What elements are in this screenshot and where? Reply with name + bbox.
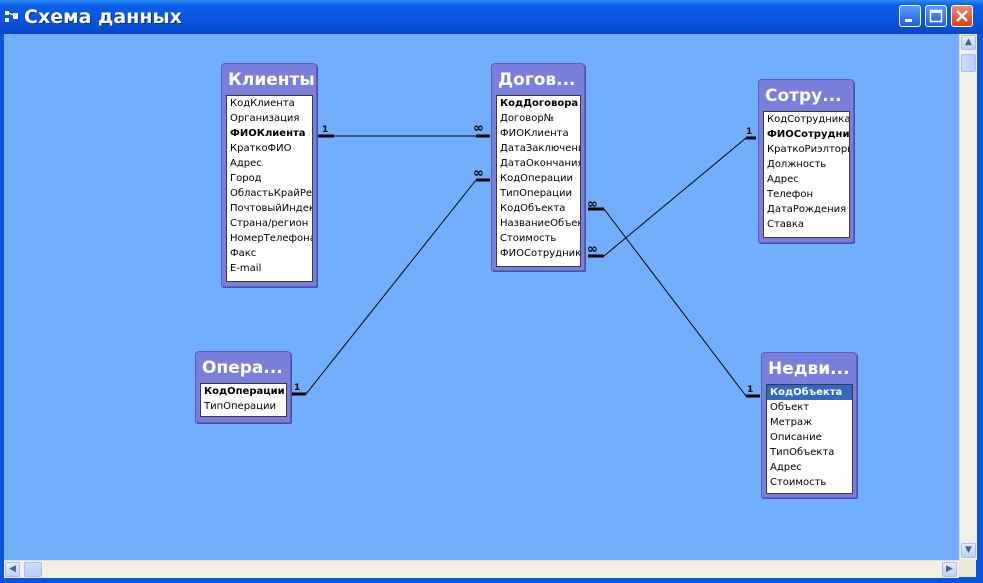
- relationship-realty-contracts: [603, 208, 747, 397]
- relationships-icon: [5, 11, 18, 22]
- field-item[interactable]: Факс: [227, 246, 312, 261]
- field-item[interactable]: Адрес: [764, 172, 849, 187]
- horizontal-scrollbar[interactable]: ◀ ▶: [4, 560, 959, 578]
- field-item[interactable]: КодСотрудника: [764, 112, 849, 127]
- table-title[interactable]: Опера...: [202, 358, 283, 378]
- field-item[interactable]: КодОбъекта: [497, 201, 580, 216]
- title-bar[interactable]: Схема данных: [0, 0, 983, 34]
- table-title[interactable]: Клиенты: [228, 70, 315, 90]
- chevron-left-icon: ◀: [9, 564, 16, 574]
- field-item[interactable]: ФИОКлиента: [227, 126, 312, 141]
- field-item[interactable]: Стоимость: [497, 231, 580, 246]
- field-item[interactable]: ФИОСотрудника: [764, 127, 849, 142]
- field-item[interactable]: КодОперации: [497, 171, 580, 186]
- many-label: ∞: [587, 197, 598, 212]
- maximize-icon: [929, 9, 943, 23]
- field-item[interactable]: НомерТелефона: [227, 231, 312, 246]
- field-item[interactable]: КодКлиента: [227, 96, 312, 111]
- one-label: 1: [746, 127, 752, 137]
- field-item[interactable]: Адрес: [767, 460, 852, 475]
- table-operations[interactable]: Опера... КодОперации ТипОперации: [195, 351, 291, 423]
- one-label: 1: [747, 385, 753, 395]
- field-item[interactable]: Описание: [767, 430, 852, 445]
- scroll-left-button[interactable]: ◀: [5, 562, 20, 577]
- scrollbar-corner: [959, 560, 976, 577]
- field-item[interactable]: КраткоРиэлторь: [764, 142, 849, 157]
- window-border-right: [976, 34, 983, 583]
- close-button[interactable]: [951, 5, 973, 27]
- table-employees[interactable]: Сотру... КодСотрудника ФИОСотрудника Кра…: [758, 79, 854, 243]
- field-item[interactable]: Телефон: [764, 187, 849, 202]
- field-item[interactable]: НазваниеОбъект: [497, 216, 580, 231]
- chevron-right-icon: ▶: [946, 564, 953, 574]
- many-label: ∞: [473, 121, 484, 136]
- field-item[interactable]: ФИОКлиента: [497, 126, 580, 141]
- field-item[interactable]: Страна/регион: [227, 216, 312, 231]
- one-label: 1: [322, 125, 328, 135]
- table-title[interactable]: Сотру...: [765, 86, 842, 106]
- field-item[interactable]: ФИОСотрудника: [497, 246, 580, 261]
- scroll-right-button[interactable]: ▶: [942, 562, 957, 577]
- many-label: ∞: [473, 166, 484, 181]
- field-item[interactable]: Стоимость: [767, 475, 852, 490]
- field-item[interactable]: Договор№: [497, 111, 580, 126]
- chevron-up-icon: ▲: [965, 37, 972, 47]
- field-list[interactable]: КодОперации ТипОперации: [200, 383, 287, 417]
- vertical-scroll-thumb[interactable]: [961, 54, 976, 72]
- relationship-operations-contracts: [305, 179, 477, 395]
- field-item[interactable]: Ставка: [764, 217, 849, 232]
- maximize-button[interactable]: [925, 5, 947, 27]
- table-realty[interactable]: Недви... КодОбъекта Объект Метраж Описан…: [761, 352, 857, 498]
- field-list[interactable]: КодКлиента Организация ФИОКлиента Кратко…: [226, 95, 313, 282]
- minimize-button[interactable]: [899, 5, 921, 27]
- horizontal-scroll-thumb[interactable]: [24, 562, 42, 577]
- field-item[interactable]: Организация: [227, 111, 312, 126]
- table-contracts[interactable]: Догов... КодДоговора Договор№ ФИОКлиента…: [491, 63, 585, 271]
- field-item[interactable]: КодДоговора: [497, 96, 580, 111]
- vertical-scrollbar[interactable]: ▲ ▼: [959, 34, 977, 560]
- schema-canvas[interactable]: 1 ∞ 1 ∞ ∞ 1 ∞ 1 Клиенты КодКлиента Орган…: [4, 34, 959, 560]
- window-title: Схема данных: [24, 6, 182, 28]
- field-item[interactable]: ТипОбъекта: [767, 445, 852, 460]
- field-item[interactable]: Адрес: [227, 156, 312, 171]
- field-item[interactable]: Должность: [764, 157, 849, 172]
- scroll-down-button[interactable]: ▼: [961, 543, 976, 558]
- field-item[interactable]: ПочтовыйИндек: [227, 201, 312, 216]
- chevron-down-icon: ▼: [965, 545, 972, 555]
- field-item-selected[interactable]: КодОбъекта: [767, 385, 852, 400]
- field-item[interactable]: ДатаРождения: [764, 202, 849, 217]
- field-item[interactable]: ТипОперации: [497, 186, 580, 201]
- field-list[interactable]: КодСотрудника ФИОСотрудника КраткоРиэлто…: [763, 111, 850, 238]
- field-list[interactable]: КодОбъекта Объект Метраж Описание ТипОбъ…: [766, 384, 853, 494]
- field-item[interactable]: ДатаЗаключени: [497, 141, 580, 156]
- field-item[interactable]: Город: [227, 171, 312, 186]
- relationship-employees-contracts: [603, 137, 747, 257]
- many-label: ∞: [587, 242, 598, 257]
- table-title[interactable]: Догов...: [498, 70, 576, 90]
- minimize-icon: [905, 19, 912, 22]
- field-item[interactable]: ОбластьКрайРес: [227, 186, 312, 201]
- field-item[interactable]: ТипОперации: [201, 399, 286, 414]
- field-list[interactable]: КодДоговора Договор№ ФИОКлиента ДатаЗакл…: [496, 95, 581, 267]
- field-item[interactable]: КодОперации: [201, 384, 286, 399]
- schema-window: Схема данных 1 ∞ 1 ∞ ∞ 1 ∞ 1 Клиенты Код…: [0, 0, 983, 583]
- scroll-up-button[interactable]: ▲: [961, 35, 976, 50]
- close-icon: [956, 10, 968, 22]
- field-item[interactable]: Метраж: [767, 415, 852, 430]
- table-title[interactable]: Недви...: [768, 359, 850, 379]
- table-clients[interactable]: Клиенты КодКлиента Организация ФИОКлиент…: [221, 63, 317, 287]
- field-item[interactable]: Объект: [767, 400, 852, 415]
- field-item[interactable]: КраткоФИО: [227, 141, 312, 156]
- field-item[interactable]: ДатаОкончания: [497, 156, 580, 171]
- field-item[interactable]: E-mail: [227, 261, 312, 276]
- one-label: 1: [294, 383, 300, 393]
